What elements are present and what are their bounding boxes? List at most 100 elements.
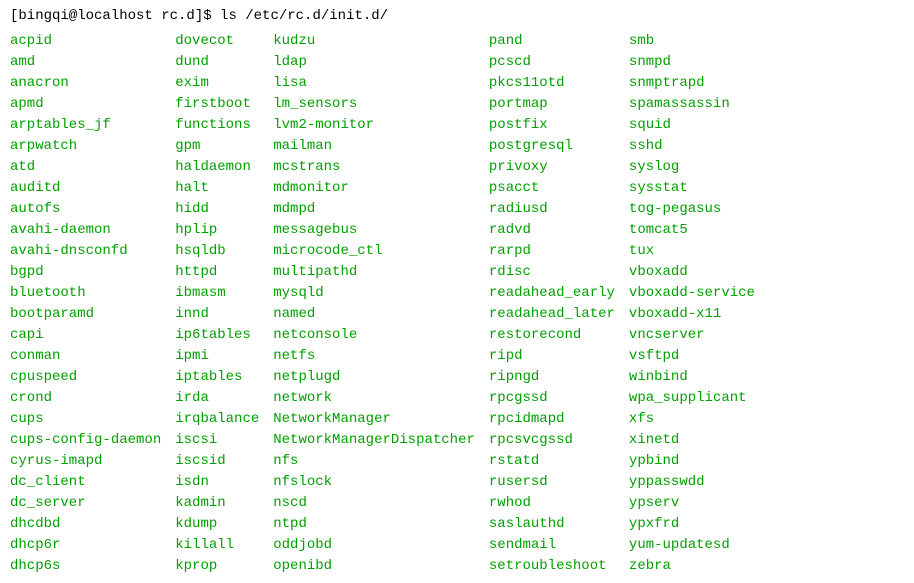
file-entry: dovecot (175, 31, 259, 52)
file-entry: hidd (175, 199, 259, 220)
file-entry: firstboot (175, 94, 259, 115)
file-entry: nscd (273, 493, 475, 514)
file-entry: pand (489, 31, 615, 52)
file-entry: irqbalance (175, 409, 259, 430)
file-entry: syslog (629, 157, 755, 178)
file-entry: autofs (10, 199, 161, 220)
file-entry: zebra (629, 556, 755, 577)
file-entry: auditd (10, 178, 161, 199)
file-entry: exim (175, 73, 259, 94)
file-entry: dhcdbd (10, 514, 161, 535)
file-entry: cups (10, 409, 161, 430)
file-entry: iscsi (175, 430, 259, 451)
file-entry: vboxadd (629, 262, 755, 283)
file-entry: rwhod (489, 493, 615, 514)
file-entry: conman (10, 346, 161, 367)
file-entry: lvm2-monitor (273, 115, 475, 136)
file-entry: rusersd (489, 472, 615, 493)
file-entry: tux (629, 241, 755, 262)
file-entry: hsqldb (175, 241, 259, 262)
file-entry: snmptrapd (629, 73, 755, 94)
file-entry: sysstat (629, 178, 755, 199)
file-entry: setroubleshoot (489, 556, 615, 577)
column-2: kudzu ldap lisa lm_sensors lvm2-monitor … (273, 31, 475, 577)
file-entry: vboxadd-service (629, 283, 755, 304)
file-entry: yum-updatesd (629, 535, 755, 556)
file-entry: mailman (273, 136, 475, 157)
column-0: acpid amd anacron apmd arptables_jf arpw… (10, 31, 161, 577)
column-1: dovecot dund exim firstboot functions gp… (175, 31, 259, 577)
file-entry: hplip (175, 220, 259, 241)
file-entry: kadmin (175, 493, 259, 514)
file-entry: httpd (175, 262, 259, 283)
file-entry: avahi-daemon (10, 220, 161, 241)
file-entry: rpcidmapd (489, 409, 615, 430)
prompt-user-host: [bingqi@localhost rc.d]$ (10, 8, 220, 24)
file-entry: spamassassin (629, 94, 755, 115)
file-entry: ripd (489, 346, 615, 367)
file-entry: haldaemon (175, 157, 259, 178)
file-entry: amd (10, 52, 161, 73)
file-entry: portmap (489, 94, 615, 115)
file-entry: pkcs11otd (489, 73, 615, 94)
file-entry: kdump (175, 514, 259, 535)
file-entry: dc_server (10, 493, 161, 514)
file-entry: squid (629, 115, 755, 136)
file-entry: radvd (489, 220, 615, 241)
file-entry: innd (175, 304, 259, 325)
file-entry: yppasswdd (629, 472, 755, 493)
file-entry: cpuspeed (10, 367, 161, 388)
file-entry: microcode_ctl (273, 241, 475, 262)
file-entry: mdmpd (273, 199, 475, 220)
file-entry: kprop (175, 556, 259, 577)
file-entry: rpcsvcgssd (489, 430, 615, 451)
file-entry: iscsid (175, 451, 259, 472)
file-entry: netfs (273, 346, 475, 367)
prompt-command: ls /etc/rc.d/init.d/ (220, 8, 388, 24)
column-4: smb snmpd snmptrapd spamassassin squid s… (629, 31, 755, 577)
file-entry: readahead_early (489, 283, 615, 304)
file-entry: mcstrans (273, 157, 475, 178)
file-entry: rpcgssd (489, 388, 615, 409)
file-entry: anacron (10, 73, 161, 94)
file-entry: privoxy (489, 157, 615, 178)
file-entry: vsftpd (629, 346, 755, 367)
file-entry: bluetooth (10, 283, 161, 304)
file-entry: ipmi (175, 346, 259, 367)
file-entry: tog-pegasus (629, 199, 755, 220)
ls-output-columns: acpid amd anacron apmd arptables_jf arpw… (10, 31, 904, 577)
file-entry: functions (175, 115, 259, 136)
file-entry: ntpd (273, 514, 475, 535)
file-entry: pcscd (489, 52, 615, 73)
file-entry: rdisc (489, 262, 615, 283)
file-entry: named (273, 304, 475, 325)
file-entry: xinetd (629, 430, 755, 451)
file-entry: dund (175, 52, 259, 73)
file-entry: ldap (273, 52, 475, 73)
file-entry: capi (10, 325, 161, 346)
file-entry: network (273, 388, 475, 409)
file-entry: readahead_later (489, 304, 615, 325)
file-entry: ypbind (629, 451, 755, 472)
file-entry: apmd (10, 94, 161, 115)
file-entry: crond (10, 388, 161, 409)
file-entry: sshd (629, 136, 755, 157)
file-entry: arptables_jf (10, 115, 161, 136)
file-entry: mysqld (273, 283, 475, 304)
file-entry: sendmail (489, 535, 615, 556)
file-entry: dhcp6r (10, 535, 161, 556)
file-entry: psacct (489, 178, 615, 199)
file-entry: gpm (175, 136, 259, 157)
file-entry: snmpd (629, 52, 755, 73)
file-entry: isdn (175, 472, 259, 493)
column-3: pand pcscd pkcs11otd portmap postfix pos… (489, 31, 615, 577)
file-entry: restorecond (489, 325, 615, 346)
file-entry: NetworkManagerDispatcher (273, 430, 475, 451)
file-entry: winbind (629, 367, 755, 388)
file-entry: vncserver (629, 325, 755, 346)
file-entry: bootparamd (10, 304, 161, 325)
file-entry: saslauthd (489, 514, 615, 535)
file-entry: NetworkManager (273, 409, 475, 430)
file-entry: mdmonitor (273, 178, 475, 199)
file-entry: ip6tables (175, 325, 259, 346)
